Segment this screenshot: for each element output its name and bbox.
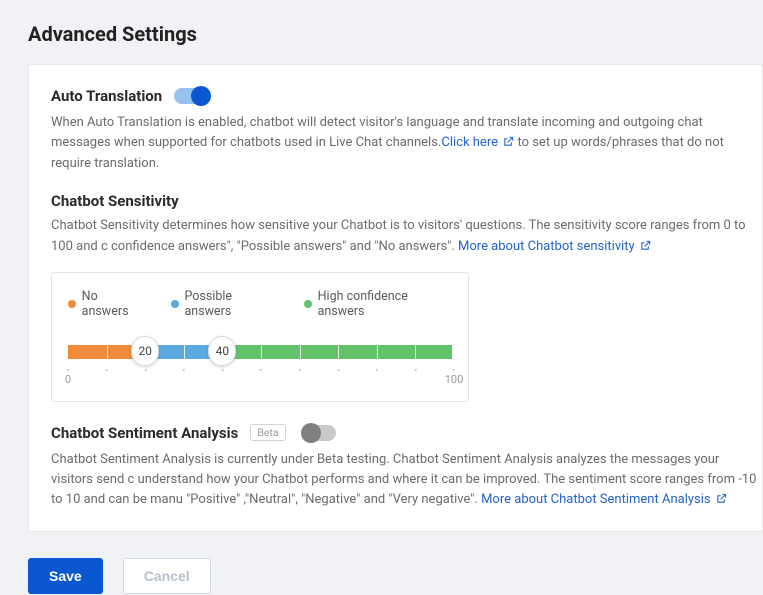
dot-icon — [68, 300, 76, 308]
sentiment-title: Chatbot Sentiment Analysis — [51, 424, 238, 442]
dot-icon — [304, 300, 312, 308]
sensitivity-slider[interactable]: 2040 — [68, 345, 452, 359]
sensitivity-slider-panel: No answers Possible answers High confide… — [51, 272, 469, 402]
sensitivity-more-link[interactable]: More about Chatbot sensitivity — [458, 239, 651, 254]
slider-ticks: 0.........100 — [68, 369, 452, 387]
slider-handle[interactable]: 20 — [131, 336, 159, 366]
page-title: Advanced Settings — [0, 0, 763, 64]
sensitivity-title: Chatbot Sensitivity — [51, 192, 762, 210]
settings-card: Auto Translation When Auto Translation i… — [28, 64, 763, 532]
save-button[interactable]: Save — [28, 558, 103, 594]
external-link-icon — [716, 491, 727, 511]
slider-handle[interactable]: 40 — [208, 336, 236, 366]
auto-translation-desc: When Auto Translation is enabled, chatbo… — [51, 113, 762, 174]
auto-translation-toggle[interactable] — [174, 88, 208, 104]
cancel-button[interactable]: Cancel — [123, 558, 211, 594]
external-link-icon — [640, 238, 651, 258]
sensitivity-desc: Chatbot Sensitivity determines how sensi… — [51, 216, 762, 257]
beta-badge: Beta — [250, 424, 285, 441]
dot-icon — [171, 300, 179, 308]
external-link-icon — [503, 134, 514, 154]
sentiment-desc: Chatbot Sentiment Analysis is currently … — [51, 450, 762, 511]
auto-translation-setup-link[interactable]: Click here — [441, 135, 514, 150]
sentiment-toggle[interactable] — [302, 425, 336, 441]
sentiment-more-link[interactable]: More about Chatbot Sentiment Analysis — [481, 492, 727, 507]
auto-translation-title: Auto Translation — [51, 87, 162, 105]
sensitivity-legend: No answers Possible answers High confide… — [68, 289, 452, 319]
